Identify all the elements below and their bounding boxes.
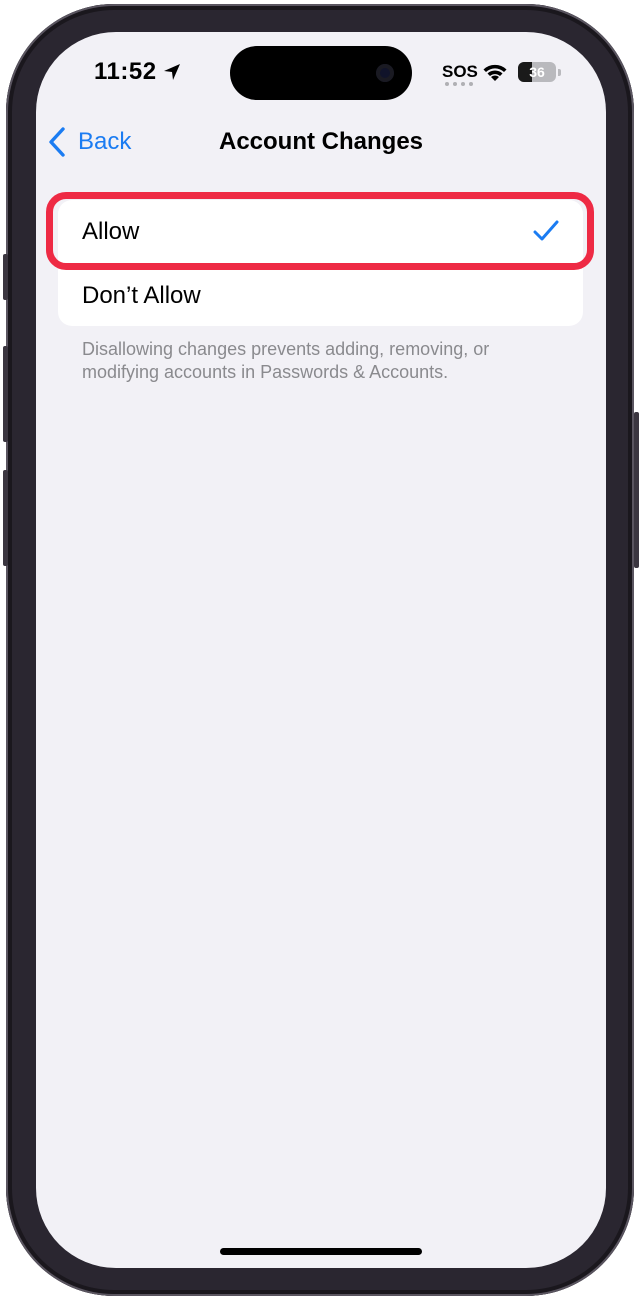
wifi-icon xyxy=(483,64,507,81)
status-bar: 11:52 SOS 36 xyxy=(36,32,606,112)
dynamic-island xyxy=(230,46,412,100)
option-label: Don’t Allow xyxy=(82,282,201,309)
status-time: 11:52 xyxy=(94,58,157,85)
volume-up-button xyxy=(3,346,8,442)
location-arrow-icon xyxy=(164,64,180,80)
battery-icon: 36 xyxy=(518,62,556,82)
battery-percentage: 36 xyxy=(529,64,545,80)
navigation-bar: Account Changes Back xyxy=(36,116,606,166)
volume-down-button xyxy=(3,470,8,566)
back-button[interactable]: Back xyxy=(46,124,131,160)
signal-dots-icon xyxy=(445,82,473,86)
option-label: Allow xyxy=(82,218,140,245)
checkmark-icon xyxy=(533,220,559,241)
home-indicator[interactable] xyxy=(220,1248,422,1255)
footer-note: Disallowing changes prevents adding, rem… xyxy=(82,339,490,382)
option-allow[interactable]: Allow xyxy=(58,200,583,263)
chevron-left-icon xyxy=(49,127,65,157)
sos-indicator: SOS xyxy=(442,62,478,81)
screen: 11:52 SOS 36 Account Changes Back Allow … xyxy=(36,32,606,1268)
back-label: Back xyxy=(78,128,132,155)
action-button xyxy=(3,254,8,300)
battery-nub xyxy=(558,69,561,76)
option-dont-allow[interactable]: Don’t Allow xyxy=(58,264,583,326)
options-list: Allow Don’t Allow xyxy=(58,200,583,326)
power-button xyxy=(634,412,639,568)
camera-icon xyxy=(376,64,394,82)
